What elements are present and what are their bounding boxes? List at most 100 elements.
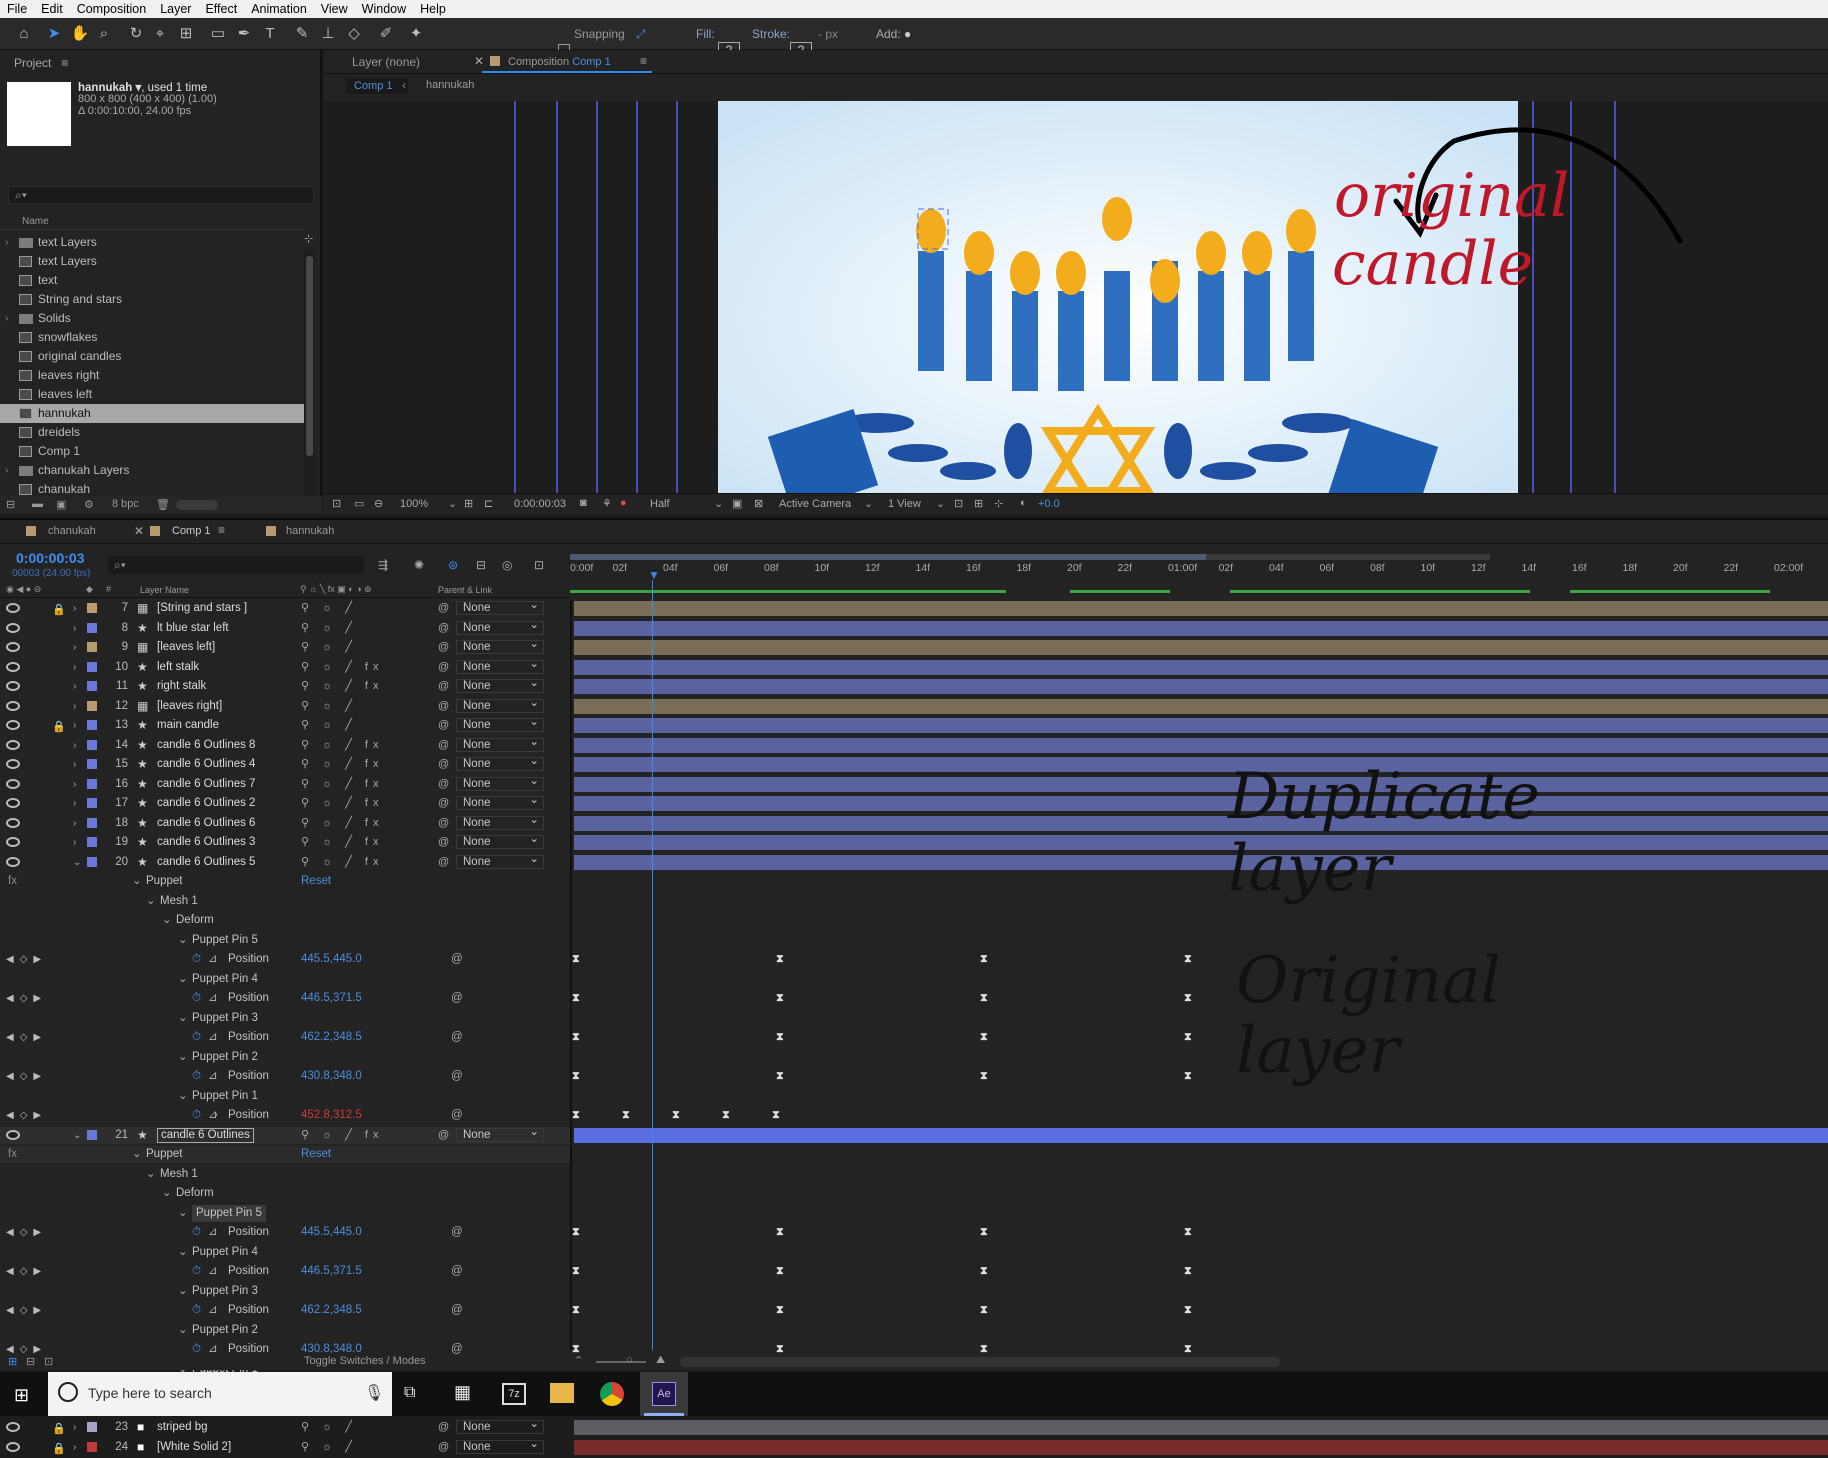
menu-layer[interactable]: Layer [153, 2, 198, 16]
layer-duration-bar[interactable] [574, 718, 1828, 733]
snapshot-camera-icon[interactable]: ◙ [580, 497, 587, 509]
parent-dropdown[interactable]: None [456, 736, 544, 752]
delete-icon[interactable]: 🗑 [156, 498, 170, 511]
project-item[interactable]: dreidels [0, 423, 304, 442]
viewer-canvas[interactable]: original candle [324, 101, 1828, 493]
expand-chevron-icon[interactable]: ⌄ [178, 971, 188, 988]
tab-comp1[interactable]: Comp 1 [172, 525, 211, 537]
label-color-swatch[interactable] [87, 837, 97, 847]
property-row[interactable]: Position ◀◇▶ ⏱ ⊿ 445.5,445.0 @ [0, 951, 570, 968]
parent-dropdown[interactable]: None [456, 716, 544, 732]
expand-chevron-icon[interactable]: ⌄ [132, 873, 142, 890]
stopwatch-icon[interactable]: ⏱ [192, 1263, 201, 1280]
keyframe-marker[interactable]: ⧗ [1184, 954, 1192, 965]
parent-dropdown[interactable]: None [456, 1418, 544, 1434]
label-color-swatch[interactable] [87, 603, 97, 613]
pickwhip-icon[interactable]: @ [451, 1302, 463, 1319]
menu-animation[interactable]: Animation [244, 2, 314, 16]
shy-layers-icon[interactable]: ⊜ [448, 558, 458, 572]
project-item[interactable]: leaves right [0, 366, 304, 385]
layer-row[interactable]: › 9 ▦ [leaves left] ⚲ ☼ ╱ @ None [0, 638, 570, 656]
visibility-eye-icon[interactable] [6, 642, 20, 652]
layer-row[interactable]: 🔒 › 24 ■ [White Solid 2] ⚲ ☼ ╱ @ None [0, 1438, 570, 1458]
keyframe-marker[interactable]: ⧗ [572, 1110, 580, 1121]
layer-row[interactable]: › 18 ★ candle 6 Outlines 6 ⚲ ☼ ╱ fx @ None [0, 814, 570, 832]
project-item[interactable]: leaves left [0, 385, 304, 404]
graph-icon[interactable]: ⊿ [208, 990, 218, 1007]
chrome-icon[interactable] [600, 1382, 624, 1406]
layer-row[interactable]: ⌄ 21 ★ candle 6 Outlines ⚲ ☼ ╱ fx @ None [0, 1126, 570, 1144]
eraser-tool-icon[interactable]: ◇ [344, 24, 364, 44]
lock-icon[interactable]: 🔒 [52, 1421, 66, 1438]
layer-row[interactable]: › 17 ★ candle 6 Outlines 2 ⚲ ☼ ╱ fx @ None [0, 794, 570, 812]
keyframe-navigator-icon[interactable]: ◀◇▶ [6, 1263, 47, 1280]
layer-name[interactable]: [leaves right] [157, 698, 222, 715]
layer-duration-bar[interactable] [574, 640, 1828, 655]
views-chevron-icon[interactable]: ⌄ [936, 497, 945, 510]
parent-dropdown[interactable]: None [456, 833, 544, 849]
label-color-swatch[interactable] [87, 856, 97, 867]
resolution-dropdown[interactable]: Half [650, 498, 670, 510]
property-row[interactable]: Position ◀◇▶ ⏱ ⊿ 430.8,348.0 @ [0, 1068, 570, 1085]
toggle-switches-modes-button[interactable]: Toggle Switches / Modes [304, 1355, 426, 1367]
keyframe-marker[interactable]: ⧗ [980, 954, 988, 965]
parent-pickwhip-icon[interactable]: @ [438, 756, 449, 773]
visibility-eye-icon[interactable] [6, 622, 20, 633]
lock-icon[interactable]: 🔒 [52, 719, 66, 736]
playhead-line[interactable] [652, 580, 653, 1350]
expand-chevron-icon[interactable]: › [73, 1419, 76, 1436]
parent-pickwhip-icon[interactable]: @ [438, 834, 449, 851]
hand-tool-icon[interactable]: ✋ [70, 24, 90, 44]
property-row[interactable]: ⌄ Deform [0, 1185, 570, 1202]
layer-switches[interactable]: ⚲ ☼ ╱ fx [301, 815, 384, 832]
layer-switches[interactable]: ⚲ ☼ ╱ [301, 1439, 357, 1456]
layer-name[interactable]: candle 6 Outlines 8 [157, 737, 255, 754]
layer-duration-bar[interactable] [574, 776, 1828, 792]
visibility-eye-icon[interactable] [6, 856, 20, 867]
flowchart-icon[interactable]: ⊹ [304, 232, 314, 248]
expand-chevron-icon[interactable]: ⌄ [178, 932, 188, 949]
draft-3d-icon[interactable]: ✺ [414, 558, 424, 572]
project-item[interactable]: › chanukah Layers [0, 461, 304, 480]
layer-switches[interactable]: ⚲ ☼ ╱ fx [301, 659, 384, 676]
visibility-eye-icon[interactable] [6, 661, 20, 672]
keyframe-marker[interactable]: ⧗ [776, 1266, 784, 1277]
layer-duration-bar[interactable] [574, 835, 1828, 850]
transparency-grid-icon[interactable]: ⊠ [754, 497, 763, 510]
keyframe-marker[interactable]: ⧗ [722, 1110, 730, 1121]
expand-chevron-icon[interactable]: ⌄ [178, 1283, 188, 1300]
layer-name[interactable]: candle 6 Outlines 2 [157, 795, 255, 812]
expand-chevron-icon[interactable]: › [5, 309, 8, 328]
toggle-pixel-aspect-icon[interactable]: ⊡ [954, 497, 963, 510]
tab-chanukah[interactable]: chanukah [48, 525, 96, 537]
pickwhip-icon[interactable]: @ [451, 951, 463, 968]
property-row[interactable]: ⌄ Puppet Pin 4 [0, 971, 570, 988]
parent-pickwhip-icon[interactable]: @ [438, 717, 449, 734]
layer-switches[interactable]: ⚲ ☼ ╱ fx [301, 756, 384, 773]
keyframe-navigator-icon[interactable]: ◀◇▶ [6, 1302, 47, 1319]
menu-view[interactable]: View [314, 2, 355, 16]
parent-dropdown[interactable]: None [456, 1126, 544, 1142]
keyframe-marker[interactable]: ⧗ [622, 1110, 630, 1121]
layer-name[interactable]: candle 6 Outlines 5 [157, 854, 255, 871]
layer-switches[interactable]: ⚲ ☼ ╱ [301, 639, 357, 656]
stopwatch-icon[interactable]: ⏱ [192, 1107, 201, 1124]
playhead-handle-icon[interactable]: ▼ [648, 568, 660, 582]
graph-icon[interactable]: ⊿ [208, 1107, 218, 1124]
layer-switches[interactable]: ⚲ ☼ ╱ [301, 1419, 357, 1436]
keyframe-marker[interactable]: ⧗ [572, 993, 580, 1004]
label-color-swatch[interactable] [87, 759, 97, 769]
pen-tool-icon[interactable]: ✒ [234, 24, 254, 44]
parent-dropdown[interactable]: None [456, 658, 544, 674]
lock-icon[interactable]: 🔒 [52, 1441, 66, 1458]
pan-behind-icon[interactable]: ⊞ [176, 24, 196, 44]
keyframe-marker[interactable]: ⧗ [1184, 1032, 1192, 1043]
label-color-swatch[interactable] [87, 1129, 97, 1140]
label-color-swatch[interactable] [87, 720, 97, 730]
label-color-swatch[interactable] [87, 622, 97, 633]
parent-pickwhip-icon[interactable]: @ [438, 639, 449, 656]
property-row[interactable]: Position ◀◇▶ ⏱ ⊿ 462.2,348.5 @ [0, 1302, 570, 1319]
layer-switches[interactable]: ⚲ ☼ ╱ fx [301, 678, 384, 695]
clone-stamp-icon[interactable]: ⊥ [318, 24, 338, 44]
layer-row[interactable]: › 8 ★ lt blue star left ⚲ ☼ ╱ @ None [0, 619, 570, 637]
